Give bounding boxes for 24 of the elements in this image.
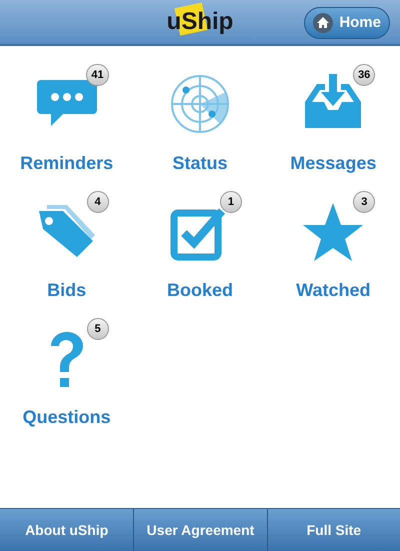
tile-label: Questions	[22, 406, 111, 429]
menu-tile[interactable]: 36 Messages	[266, 64, 400, 177]
menu-tile[interactable]: 5 Questions	[0, 318, 134, 431]
count-badge: 4	[86, 191, 109, 213]
menu-tile[interactable]: 41 Reminders	[0, 64, 134, 177]
menu-tile[interactable]: 3 Watched	[266, 191, 400, 304]
menu-tile[interactable]: Status	[133, 64, 267, 177]
tile-label: Messages	[290, 152, 376, 175]
home-icon	[313, 13, 334, 33]
menu-tile[interactable]: 4 Bids	[0, 191, 134, 304]
footer-link[interactable]: User Agreement	[133, 509, 267, 551]
tile-label: Bids	[47, 279, 86, 302]
tile-label: Booked	[166, 279, 233, 302]
count-badge: 3	[353, 191, 376, 213]
tile-label: Reminders	[20, 152, 114, 175]
count-badge: 5	[86, 318, 109, 340]
count-badge: 41	[86, 64, 109, 86]
menu-tile[interactable]: 1 Booked	[133, 191, 267, 304]
tile-label: Watched	[296, 279, 370, 302]
footer-link[interactable]: About uShip	[0, 509, 134, 551]
count-badge: 1	[220, 191, 242, 213]
tile-label: Status	[172, 152, 228, 175]
count-badge: 36	[353, 64, 376, 86]
footer-link[interactable]: Full Site	[266, 509, 400, 551]
